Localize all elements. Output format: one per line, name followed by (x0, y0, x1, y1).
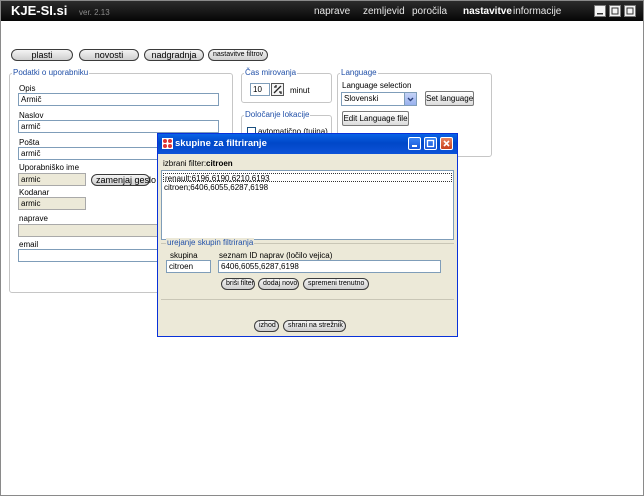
username-field: armic (18, 173, 86, 186)
language-select-value: Slovenski (344, 94, 379, 103)
email-label: email (19, 240, 39, 249)
nadgradnja-button[interactable]: nadgradnja (144, 49, 204, 61)
dialog-title: skupine za filtriranje (175, 138, 267, 149)
location-legend: Določanje lokacije (244, 110, 311, 119)
username-label: Uporabniško ime (19, 163, 80, 172)
novosti-button[interactable]: novosti (79, 49, 139, 61)
version-label: ver. 2.13 (79, 8, 110, 17)
ids-input[interactable]: 6406,6055,6287,6198 (218, 260, 441, 273)
minimize-icon[interactable] (594, 5, 606, 17)
nav-naprave[interactable]: naprave (314, 6, 350, 17)
idle-time-edit-icon[interactable] (271, 83, 284, 96)
nav-informacije[interactable]: informacije (513, 6, 561, 17)
close-icon[interactable] (440, 137, 453, 150)
dialog-app-icon (162, 138, 173, 149)
opis-input[interactable]: Armič (18, 93, 219, 106)
opis-label: Opis (19, 84, 36, 93)
selected-filter-value: citroen (206, 159, 233, 168)
edit-language-file-button[interactable]: Edit Language file (342, 111, 409, 126)
plasti-button[interactable]: plasti (11, 49, 73, 61)
ids-label: seznam ID naprav (ločilo vejica) (219, 251, 333, 260)
nav-porocila[interactable]: poročila (412, 6, 447, 17)
chevron-down-icon[interactable] (404, 93, 416, 105)
language-legend: Language (340, 68, 378, 77)
save-to-server-button[interactable]: shrani na strežnik (283, 320, 346, 332)
delete-filter-button[interactable]: briši filter (221, 278, 255, 290)
add-new-button[interactable]: dodaj novo (258, 278, 299, 290)
naslov-label: Naslov (19, 111, 44, 120)
brand-logo: KJE-SI.si (11, 3, 68, 18)
close-icon[interactable] (624, 5, 636, 17)
group-label: skupina (170, 251, 198, 260)
nav-nastavitve[interactable]: nastavitve (463, 6, 512, 17)
kodanar-field: armic (18, 197, 86, 210)
naprave-label: naprave (19, 214, 48, 223)
maximize-icon[interactable] (609, 5, 621, 17)
set-language-button[interactable]: Set language (425, 91, 474, 106)
user-data-legend: Podatki o uporabniku (12, 68, 90, 77)
edit-groups-legend: urejanje skupin filtriranja (166, 238, 255, 247)
filter-list[interactable]: renault;6196,6190,6210,6193 citroen;6406… (161, 170, 454, 240)
filter-settings-button[interactable]: nastavitve filtrov (208, 49, 268, 61)
minimize-icon[interactable] (408, 137, 421, 150)
maximize-icon[interactable] (424, 137, 437, 150)
change-password-button[interactable]: zamenjaj geslo (91, 174, 156, 186)
group-input[interactable]: citroen (166, 260, 211, 273)
app-window: KJE-SI.si ver. 2.13 naprave zemljevid po… (0, 0, 644, 496)
dialog-title-bar[interactable]: skupine za filtriranje (158, 134, 457, 154)
idle-time-unit: minut (290, 86, 310, 95)
list-item[interactable]: renault;6196,6190,6210,6193 (163, 173, 452, 183)
top-bar: KJE-SI.si ver. 2.13 naprave zemljevid po… (1, 1, 643, 21)
language-select[interactable]: Slovenski (341, 92, 417, 106)
nav-zemljevid[interactable]: zemljevid (363, 6, 405, 17)
selected-filter-label: izbrani filter: (163, 159, 207, 168)
dialog-bottom-divider (161, 299, 454, 300)
exit-button[interactable]: izhod (254, 320, 279, 332)
filter-groups-dialog: skupine za filtriranje izbrani filter: c… (157, 133, 458, 337)
posta-label: Pošta (19, 138, 40, 147)
idle-time-input[interactable]: 10 (250, 83, 270, 96)
language-selection-label: Language selection (342, 81, 412, 90)
list-item[interactable]: citroen;6406,6055,6287,6198 (164, 183, 268, 192)
kodanar-label: Kodanar (19, 188, 50, 197)
change-current-button[interactable]: spremeni trenutno (303, 278, 369, 290)
naslov-input[interactable]: armič (18, 120, 219, 133)
idle-time-legend: Čas mirovanja (244, 68, 298, 77)
